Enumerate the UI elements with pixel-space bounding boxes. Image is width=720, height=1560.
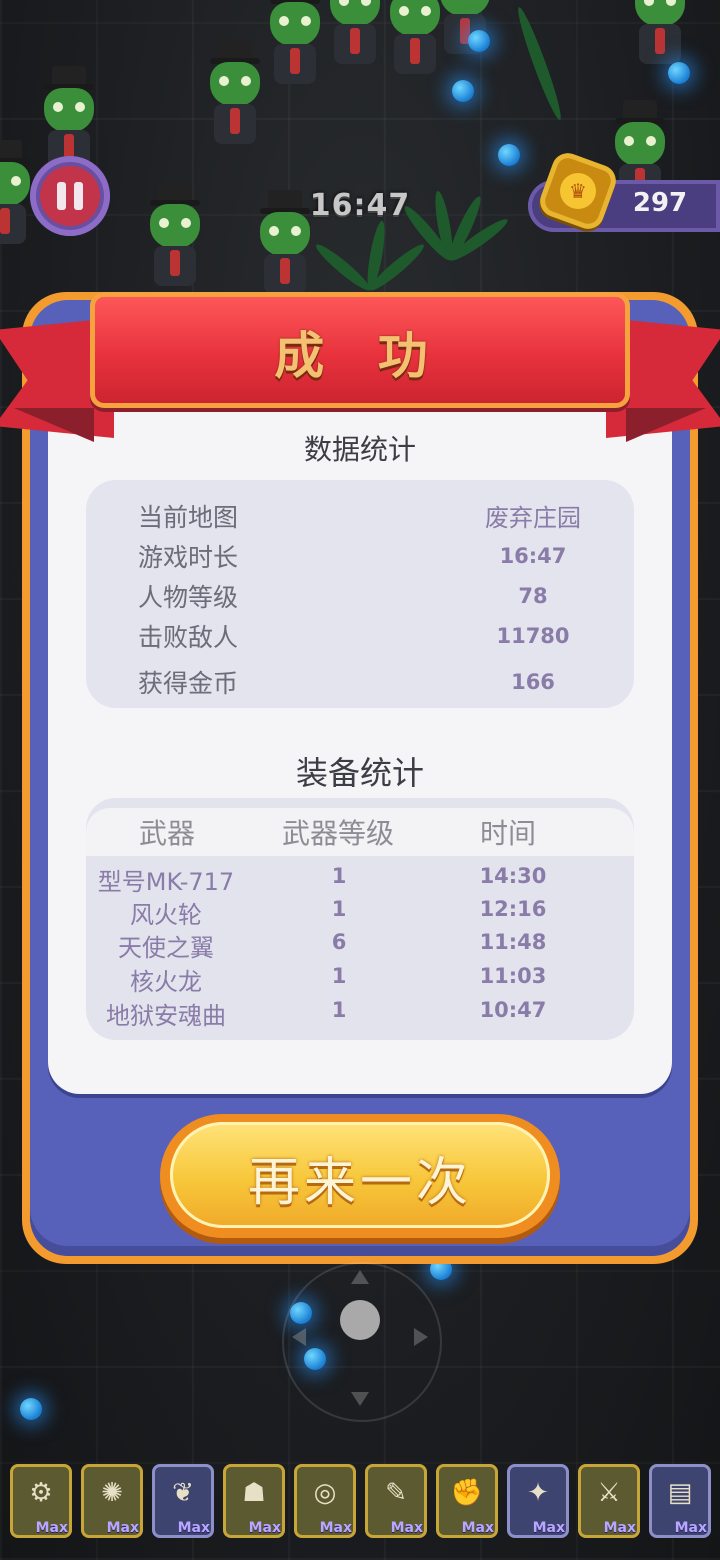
stat-value: 11780	[496, 624, 570, 648]
max-level-label: Max	[319, 1520, 352, 1536]
wings-icon: ❦	[172, 1478, 194, 1508]
xp-orb	[20, 1398, 42, 1420]
equip-row: 地狱安魂曲 1 10:47	[86, 996, 634, 1030]
equip-row: 风火轮 1 12:16	[86, 895, 634, 929]
max-level-label: Max	[35, 1520, 68, 1536]
weapon-name: 型号MK-717	[97, 868, 235, 896]
helmet-icon: ☗	[242, 1478, 266, 1508]
stat-value: 废弃庄园	[485, 504, 581, 532]
stat-value: 16:47	[499, 544, 567, 568]
zombie-enemy	[625, 0, 695, 70]
xp-orb	[452, 80, 474, 102]
weapon-time: 11:48	[479, 930, 547, 954]
xp-orb	[498, 144, 520, 166]
header-weapon: 武器	[138, 817, 195, 850]
joystick-arrow-icon	[351, 1270, 369, 1284]
weapon-slot[interactable]: ✦ Max	[507, 1464, 569, 1538]
stat-value: 78	[518, 584, 548, 608]
pause-button[interactable]	[30, 156, 110, 236]
stat-row-level: 人物等级 78	[86, 578, 634, 614]
retry-button-label[interactable]: 再来一次	[160, 1140, 560, 1215]
stat-label: 当前地图	[138, 503, 239, 532]
weapon-time: 14:30	[479, 864, 547, 888]
weapon-slot[interactable]: ✺ Max	[81, 1464, 143, 1538]
zombie-enemy	[430, 0, 500, 60]
joystick-knob[interactable]	[340, 1300, 380, 1340]
zombie-enemy	[140, 182, 210, 292]
weapon-slot[interactable]: ❦ Max	[152, 1464, 214, 1538]
max-level-label: Max	[603, 1520, 636, 1536]
max-level-label: Max	[390, 1520, 423, 1536]
gun-icon: ⚙	[29, 1478, 53, 1508]
stat-row-play-time: 游戏时长 16:47	[86, 538, 634, 574]
stats-section-title: 数据统计	[303, 433, 416, 466]
staff-icon: ✎	[385, 1478, 407, 1508]
equip-row: 核火龙 1 11:03	[86, 962, 634, 996]
max-level-label: Max	[461, 1520, 494, 1536]
result-title: 成 功	[274, 327, 446, 385]
weapon-slot[interactable]: ⚙ Max	[10, 1464, 72, 1538]
stat-row-gold: 获得金币 166	[86, 664, 634, 700]
stat-value: 166	[511, 670, 555, 694]
max-level-label: Max	[106, 1520, 139, 1536]
equip-section-title: 装备统计	[295, 754, 424, 792]
weapon-time: 10:47	[479, 998, 547, 1022]
sword-icon: ⚔	[597, 1478, 621, 1508]
weapon-slot-bar: ⚙ Max ✺ Max ❦ Max ☗ Max ◎ Max ✎ Max ✊ Max ✦ Max ⚔ Max ▤ Max	[0, 1460, 720, 1540]
gauntlet-icon: ✊	[450, 1478, 484, 1508]
weapon-slot[interactable]: ⚔ Max	[578, 1464, 640, 1538]
stat-row-kills: 击败敌人 11780	[86, 618, 634, 654]
weapon-slot[interactable]: ☗ Max	[223, 1464, 285, 1538]
coin-count: 297	[632, 188, 688, 218]
stat-row-map: 当前地图 废弃庄园	[86, 498, 634, 534]
weapon-name: 风火轮	[130, 901, 202, 929]
header-weapon-level: 武器等级	[281, 817, 394, 850]
xp-orb	[668, 62, 690, 84]
fire-wheel-icon: ✺	[101, 1478, 123, 1508]
joystick-arrow-icon	[351, 1392, 369, 1406]
weapon-level: 1	[331, 864, 347, 888]
weapon-name: 核火龙	[130, 968, 202, 996]
bat-icon: ✦	[527, 1478, 549, 1508]
weapon-level: 1	[331, 897, 347, 921]
pause-icon	[40, 166, 100, 226]
weapon-slot[interactable]: ✎ Max	[365, 1464, 427, 1538]
joystick-arrow-icon	[292, 1328, 306, 1346]
weapon-level: 1	[331, 964, 347, 988]
stat-label: 游戏时长	[138, 543, 239, 572]
weapon-name: 地狱安魂曲	[106, 1002, 226, 1030]
weapon-slot[interactable]: ✊ Max	[436, 1464, 498, 1538]
stat-label: 人物等级	[138, 583, 239, 612]
max-level-label: Max	[248, 1520, 281, 1536]
weapon-level: 6	[331, 930, 347, 954]
stat-label: 获得金币	[138, 669, 239, 698]
weapon-time: 12:16	[479, 897, 547, 921]
weapon-level: 1	[331, 998, 347, 1022]
xp-orb	[468, 30, 490, 52]
target-icon: ◎	[313, 1478, 337, 1508]
weapon-time: 11:03	[479, 964, 547, 988]
joystick-arrow-icon	[414, 1328, 428, 1346]
stat-label: 击败敌人	[138, 623, 239, 652]
book-icon: ▤	[667, 1478, 693, 1508]
max-level-label: Max	[177, 1520, 210, 1536]
weapon-name: 天使之翼	[118, 934, 214, 962]
max-level-label: Max	[674, 1520, 707, 1536]
equip-row: 天使之翼 6 11:48	[86, 928, 634, 962]
max-level-label: Max	[532, 1520, 565, 1536]
weapon-slot[interactable]: ◎ Max	[294, 1464, 356, 1538]
weapon-slot[interactable]: ▤ Max	[649, 1464, 711, 1538]
header-time: 时间	[479, 817, 536, 850]
equip-row: 型号MK-717 1 14:30	[86, 862, 634, 896]
game-timer: 16:47	[309, 188, 411, 223]
